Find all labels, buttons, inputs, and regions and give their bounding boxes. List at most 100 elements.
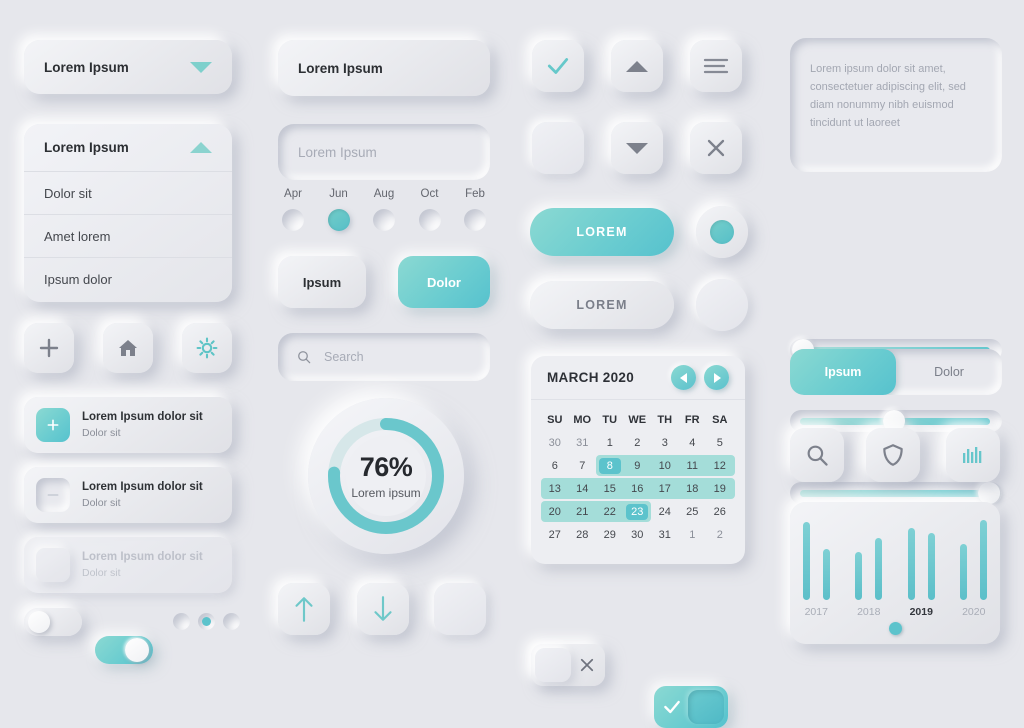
calendar-day[interactable]: 2 — [624, 437, 652, 449]
close-button[interactable] — [690, 122, 742, 174]
radio-button[interactable] — [464, 209, 486, 231]
calendar-day[interactable]: 9 — [624, 460, 652, 472]
calendar-day[interactable]: 14 — [569, 483, 597, 495]
dropdown-option-2[interactable]: Ipsum dolor — [24, 258, 232, 301]
calendar-day[interactable]: 18 — [679, 483, 707, 495]
calendar-day[interactable]: 21 — [569, 506, 597, 518]
toggle-on[interactable] — [95, 636, 153, 664]
calendar-day[interactable]: 16 — [624, 483, 652, 495]
calendar-day[interactable]: 13 — [541, 483, 569, 495]
month-radio-jun[interactable]: Jun — [318, 188, 360, 231]
month-radio-feb[interactable]: Feb — [454, 188, 496, 231]
chart-label-2020[interactable]: 2020 — [948, 606, 1001, 618]
calendar-day[interactable]: 25 — [679, 506, 707, 518]
lorem-button-active[interactable]: LOREM — [530, 208, 674, 256]
bar-group-2020 — [948, 520, 1001, 600]
radio-button[interactable] — [373, 209, 395, 231]
radio-button[interactable] — [282, 209, 304, 231]
triangle-up-button[interactable] — [611, 40, 663, 92]
dropdown-closed[interactable]: Lorem Ipsum — [24, 40, 232, 94]
list-item[interactable]: Lorem Ipsum dolor sit Dolor sit — [24, 397, 232, 453]
calendar-day[interactable]: 11 — [679, 460, 707, 472]
chart-tool-button[interactable] — [946, 428, 1000, 482]
calendar-day-selected-start[interactable]: 8 — [598, 457, 621, 474]
calendar-day[interactable]: 4 — [679, 437, 707, 449]
month-radio-oct[interactable]: Oct — [409, 188, 451, 231]
calendar-day[interactable]: 30 — [541, 437, 569, 449]
month-radio-group: Apr Jun Aug Oct Feb — [272, 188, 496, 231]
search-input[interactable]: Search — [278, 333, 490, 381]
slider-thumb[interactable] — [978, 482, 1000, 504]
calendar-day[interactable]: 30 — [624, 529, 652, 541]
dropdown-option-0[interactable]: Dolor sit — [24, 172, 232, 215]
switch-on[interactable] — [654, 686, 728, 728]
calendar-day[interactable]: 5 — [706, 437, 734, 449]
search-tool-button[interactable] — [790, 428, 844, 482]
calendar-day[interactable]: 29 — [596, 529, 624, 541]
chart-label-2017[interactable]: 2017 — [790, 606, 843, 618]
calendar-day[interactable]: 26 — [706, 506, 734, 518]
calendar-day[interactable]: 31 — [651, 529, 679, 541]
segment-button-dolor[interactable]: Dolor — [398, 256, 490, 308]
calendar-day[interactable]: 22 — [596, 506, 624, 518]
arrow-down-button[interactable] — [357, 583, 409, 635]
home-icon-button[interactable] — [103, 323, 153, 373]
radio-large-empty[interactable] — [696, 279, 748, 331]
slider-max[interactable] — [790, 482, 1002, 504]
radio-large-selected[interactable] — [696, 206, 748, 258]
arrow-up-button[interactable] — [278, 583, 330, 635]
plus-icon-button[interactable] — [24, 323, 74, 373]
tab-dolor[interactable]: Dolor — [896, 349, 1002, 395]
input-empty[interactable]: Lorem Ipsum — [278, 124, 490, 180]
input-filled[interactable]: Lorem Ipsum — [278, 40, 490, 96]
dropdown-open[interactable]: Lorem Ipsum Dolor sit Amet lorem Ipsum d… — [24, 124, 232, 302]
chart-label-2019[interactable]: 2019 — [895, 606, 948, 618]
dropdown-open-header[interactable]: Lorem Ipsum — [24, 124, 232, 172]
calendar-day[interactable]: 24 — [651, 506, 679, 518]
calendar-day[interactable]: 12 — [706, 460, 734, 472]
gear-icon-button[interactable] — [182, 323, 232, 373]
calendar-day[interactable]: 2 — [706, 529, 734, 541]
calendar-day[interactable]: 3 — [651, 437, 679, 449]
radio-button[interactable] — [418, 209, 441, 231]
segment-button-ipsum[interactable]: Ipsum — [278, 256, 366, 308]
blank-button[interactable] — [434, 583, 486, 635]
lorem-button-inactive[interactable]: LOREM — [530, 281, 674, 329]
checkbox-checked[interactable] — [532, 40, 584, 92]
calendar-day-selected-end[interactable]: 23 — [626, 503, 649, 520]
calendar-day[interactable]: 10 — [651, 460, 679, 472]
triangle-down-button[interactable] — [611, 122, 663, 174]
chart-label-2018[interactable]: 2018 — [843, 606, 896, 618]
list-item-title: Lorem Ipsum dolor sit — [82, 481, 203, 494]
month-radio-apr[interactable]: Apr — [272, 188, 314, 231]
radio-dot-2[interactable] — [223, 613, 240, 630]
calendar-day[interactable]: 1 — [596, 437, 624, 449]
calendar[interactable]: MARCH 2020 SU MO TU WE TH FR SA 30 31 1 … — [531, 356, 745, 564]
list-item[interactable]: Lorem Ipsum dolor sit Dolor sit — [24, 467, 232, 523]
textarea[interactable]: Lorem ipsum dolor sit amet, consectetuer… — [790, 38, 1002, 172]
calendar-day[interactable]: 28 — [569, 529, 597, 541]
calendar-day[interactable]: 19 — [706, 483, 734, 495]
calendar-next-button[interactable] — [704, 365, 729, 390]
calendar-day[interactable]: 15 — [596, 483, 624, 495]
tab-ipsum[interactable]: Ipsum — [790, 349, 896, 395]
bar-2019-a — [907, 528, 915, 600]
month-radio-aug[interactable]: Aug — [363, 188, 405, 231]
calendar-prev-button[interactable] — [671, 365, 696, 390]
radio-button-selected[interactable] — [327, 209, 350, 231]
checkbox-unchecked[interactable] — [532, 122, 584, 174]
shield-tool-button[interactable] — [866, 428, 920, 482]
radio-dot-1-selected[interactable] — [198, 613, 215, 630]
calendar-day[interactable]: 6 — [541, 460, 569, 472]
calendar-day[interactable]: 31 — [569, 437, 597, 449]
radio-dot-0[interactable] — [173, 613, 190, 630]
calendar-day[interactable]: 20 — [541, 506, 569, 518]
calendar-day[interactable]: 1 — [679, 529, 707, 541]
calendar-day[interactable]: 7 — [569, 460, 597, 472]
dropdown-option-1[interactable]: Amet lorem — [24, 215, 232, 258]
switch-off[interactable] — [531, 644, 605, 686]
calendar-day[interactable]: 27 — [541, 529, 569, 541]
calendar-day[interactable]: 17 — [651, 483, 679, 495]
hamburger-button[interactable] — [690, 40, 742, 92]
toggle-off[interactable] — [24, 608, 82, 636]
